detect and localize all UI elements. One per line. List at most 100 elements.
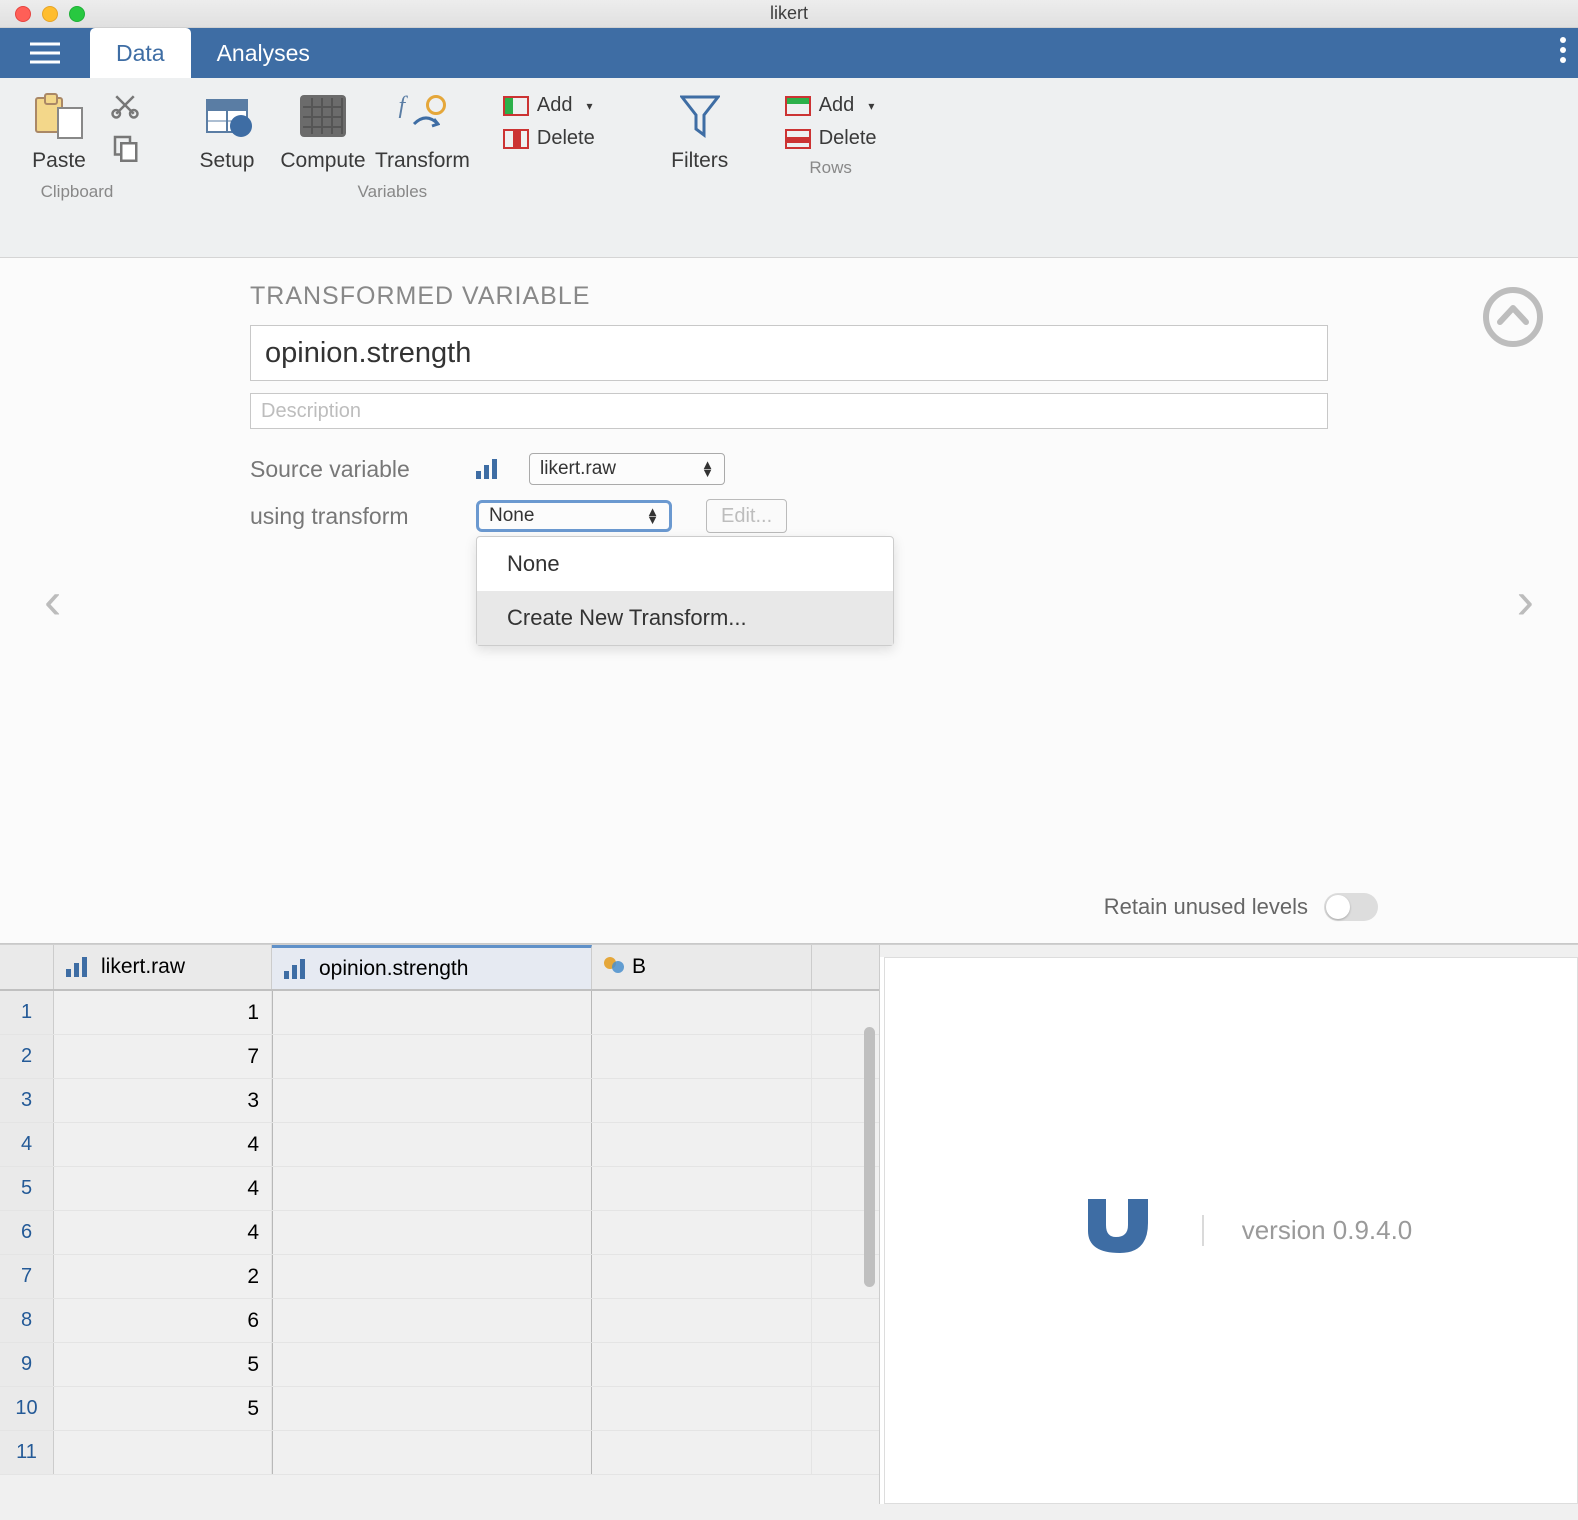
variable-description-input[interactable] (250, 393, 1328, 429)
table-row[interactable]: 5 4 (0, 1167, 879, 1211)
cell-likert-raw[interactable]: 4 (54, 1211, 272, 1254)
more-vertical-icon (1560, 36, 1566, 64)
setup-button[interactable]: Setup (182, 86, 272, 174)
cell-b[interactable] (592, 1035, 812, 1078)
cell-opinion-strength[interactable] (272, 1255, 592, 1298)
rows-delete-button[interactable]: Delete (777, 127, 885, 150)
table-row[interactable]: 2 7 (0, 1035, 879, 1079)
paste-button[interactable]: Paste (14, 86, 104, 174)
tab-data[interactable]: Data (90, 28, 191, 78)
toolbar: Paste Clipboard Setup Compute f Transfor… (0, 78, 1578, 258)
row-number[interactable]: 8 (0, 1299, 54, 1342)
transform-button[interactable]: f Transform (374, 86, 471, 174)
table-row[interactable]: 9 5 (0, 1343, 879, 1387)
row-number[interactable]: 2 (0, 1035, 54, 1078)
row-number[interactable]: 10 (0, 1387, 54, 1430)
ordinal-icon (284, 959, 305, 979)
cell-b[interactable] (592, 1255, 812, 1298)
cell-b[interactable] (592, 1079, 812, 1122)
cell-likert-raw[interactable] (54, 1431, 272, 1474)
next-variable-button[interactable]: › (1517, 571, 1534, 631)
kebab-menu-button[interactable] (1560, 36, 1566, 70)
toolbar-group-filters: Filters (649, 86, 751, 253)
table-row[interactable]: 4 4 (0, 1123, 879, 1167)
scrollbar-thumb[interactable] (864, 1027, 875, 1287)
cell-likert-raw[interactable]: 5 (54, 1387, 272, 1430)
row-number[interactable]: 5 (0, 1167, 54, 1210)
column-header-likert-raw[interactable]: likert.raw (54, 945, 272, 989)
variables-caption: Variables (358, 182, 428, 202)
cell-b[interactable] (592, 1299, 812, 1342)
rows-delete-label: Delete (819, 127, 877, 150)
window-maximize-button[interactable] (69, 6, 85, 22)
source-variable-select[interactable]: likert.raw ▲▼ (529, 453, 725, 485)
compute-button[interactable]: Compute (278, 86, 368, 174)
sheet-body[interactable]: 1 1 2 7 3 3 4 4 5 4 6 4 7 2 8 6 (0, 991, 879, 1504)
table-row[interactable]: 6 4 (0, 1211, 879, 1255)
cell-likert-raw[interactable]: 7 (54, 1035, 272, 1078)
hamburger-menu-button[interactable] (0, 28, 90, 78)
cell-b[interactable] (592, 1343, 812, 1386)
cell-b[interactable] (592, 1431, 812, 1474)
cell-likert-raw[interactable]: 4 (54, 1123, 272, 1166)
toolbar-group-rows: Add▾ Delete Rows (771, 86, 891, 253)
cell-likert-raw[interactable]: 2 (54, 1255, 272, 1298)
cell-opinion-strength[interactable] (272, 1299, 592, 1342)
cell-opinion-strength[interactable] (272, 1387, 592, 1430)
cell-likert-raw[interactable]: 3 (54, 1079, 272, 1122)
table-row[interactable]: 1 1 (0, 991, 879, 1035)
table-row[interactable]: 10 5 (0, 1387, 879, 1431)
cell-opinion-strength[interactable] (272, 1123, 592, 1166)
cell-b[interactable] (592, 1123, 812, 1166)
cell-opinion-strength[interactable] (272, 991, 592, 1034)
cell-b[interactable] (592, 1211, 812, 1254)
edit-transform-button[interactable]: Edit... (706, 499, 787, 533)
cell-opinion-strength[interactable] (272, 1167, 592, 1210)
collapse-panel-button[interactable] (1482, 286, 1544, 354)
row-number[interactable]: 1 (0, 991, 54, 1034)
variable-name-input[interactable] (250, 325, 1328, 381)
row-number[interactable]: 7 (0, 1255, 54, 1298)
transform-label: Transform (375, 149, 470, 173)
row-number[interactable]: 6 (0, 1211, 54, 1254)
cell-likert-raw[interactable]: 4 (54, 1167, 272, 1210)
cell-b[interactable] (592, 991, 812, 1034)
cell-likert-raw[interactable]: 5 (54, 1343, 272, 1386)
row-number[interactable]: 3 (0, 1079, 54, 1122)
row-number[interactable]: 9 (0, 1343, 54, 1386)
column-header-b[interactable]: B (592, 945, 812, 989)
tab-analyses[interactable]: Analyses (191, 28, 336, 78)
window-minimize-button[interactable] (42, 6, 58, 22)
table-row[interactable]: 8 6 (0, 1299, 879, 1343)
using-transform-select[interactable]: None ▲▼ (476, 500, 672, 532)
using-transform-label: using transform (250, 503, 450, 530)
cell-opinion-strength[interactable] (272, 1211, 592, 1254)
rows-add-button[interactable]: Add▾ (777, 94, 885, 117)
retain-levels-toggle[interactable] (1324, 893, 1378, 921)
column-header-opinion-strength[interactable]: opinion.strength (272, 945, 592, 989)
prev-variable-button[interactable]: ‹ (44, 571, 61, 631)
using-transform-value: None (489, 505, 534, 527)
table-row[interactable]: 11 (0, 1431, 879, 1475)
row-number[interactable]: 4 (0, 1123, 54, 1166)
cell-likert-raw[interactable]: 1 (54, 991, 272, 1034)
table-row[interactable]: 7 2 (0, 1255, 879, 1299)
select-caret-icon: ▲▼ (646, 508, 659, 524)
cell-opinion-strength[interactable] (272, 1079, 592, 1122)
filters-button[interactable]: Filters (655, 86, 745, 174)
cell-opinion-strength[interactable] (272, 1035, 592, 1078)
dropdown-option-none[interactable]: None (477, 537, 893, 591)
cell-opinion-strength[interactable] (272, 1431, 592, 1474)
dropdown-option-create-new[interactable]: Create New Transform... (477, 591, 893, 645)
cell-likert-raw[interactable]: 6 (54, 1299, 272, 1342)
scissors-icon[interactable] (110, 90, 140, 120)
copy-icon[interactable] (110, 132, 140, 162)
cell-b[interactable] (592, 1167, 812, 1210)
cell-b[interactable] (592, 1387, 812, 1430)
variables-delete-button[interactable]: Delete (495, 127, 603, 150)
table-row[interactable]: 3 3 (0, 1079, 879, 1123)
row-number[interactable]: 11 (0, 1431, 54, 1474)
variables-add-button[interactable]: Add▾ (495, 94, 603, 117)
window-close-button[interactable] (15, 6, 31, 22)
cell-opinion-strength[interactable] (272, 1343, 592, 1386)
